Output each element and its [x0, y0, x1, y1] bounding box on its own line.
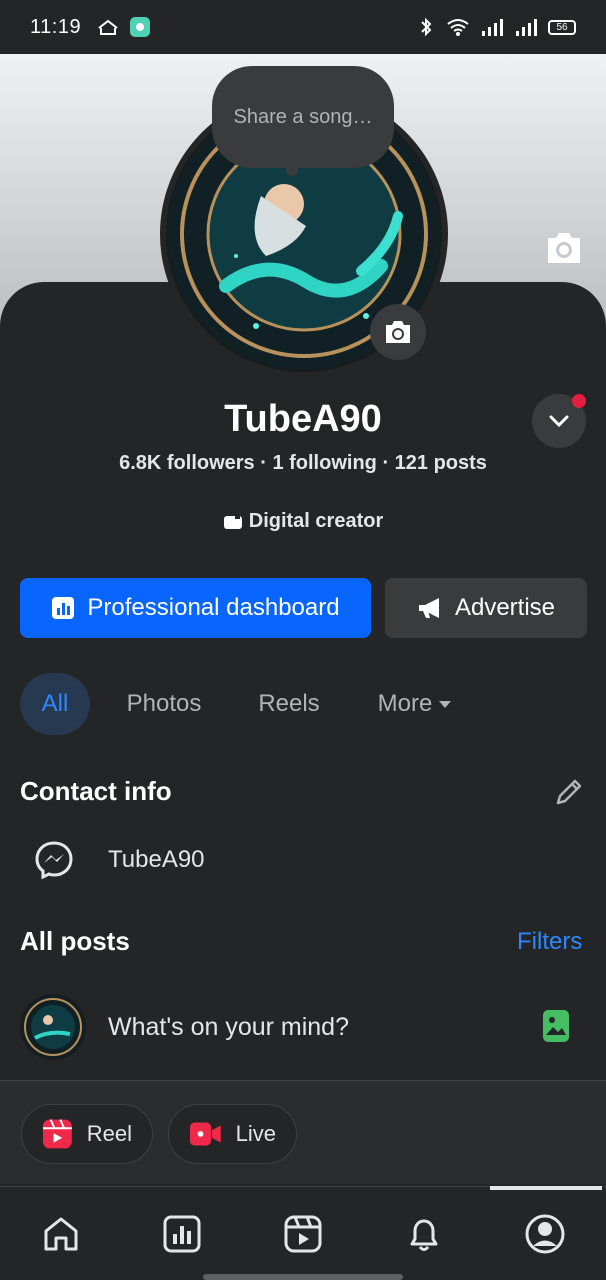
dashboard-icon: [52, 597, 75, 619]
category-label: Digital creator: [248, 510, 384, 532]
camera-icon: [386, 321, 410, 343]
bluetooth-icon: [421, 17, 432, 37]
share-song-bubble[interactable]: Share a song…: [212, 66, 394, 176]
status-bar: 11:19 56: [0, 0, 606, 54]
tab-all[interactable]: All: [20, 673, 90, 735]
all-posts-title: All posts: [20, 926, 130, 956]
notification-dot: [572, 394, 586, 408]
home-icon: [44, 1217, 78, 1250]
edit-pencil-icon[interactable]: [554, 777, 584, 807]
reel-icon: [42, 1119, 72, 1149]
avatar-camera-button[interactable]: [370, 304, 426, 360]
composer-avatar: [20, 994, 86, 1060]
wifi-icon: [447, 19, 469, 36]
signal-icon: [516, 19, 537, 36]
chevron-down-icon: [549, 415, 569, 428]
professional-dashboard-button[interactable]: Professional dashboard: [20, 578, 371, 638]
tab-photos[interactable]: Photos: [90, 673, 238, 735]
tab-reels[interactable]: Reels: [238, 673, 340, 735]
system-home-bar[interactable]: [203, 1274, 403, 1280]
messenger-username: TubeA90: [108, 846, 205, 873]
dashboard-label: Professional dashboard: [87, 594, 340, 621]
contact-info-title: Contact info: [20, 776, 172, 806]
create-actions-strip: Reel Live: [0, 1080, 606, 1184]
photo-icon[interactable]: [542, 1009, 570, 1043]
active-tab-indicator: [490, 1186, 602, 1190]
bottom-navigation: [0, 1186, 606, 1280]
profile-icon: [525, 1214, 565, 1253]
app-notification-icon: [98, 19, 118, 35]
video-icon: [284, 1215, 322, 1252]
bell-icon: [410, 1219, 438, 1251]
live-button[interactable]: Live: [168, 1104, 297, 1164]
profile-category: Digital creator: [0, 510, 606, 533]
cover-camera-icon[interactable]: [544, 230, 584, 266]
post-composer[interactable]: What's on your mind?: [20, 992, 586, 1062]
mermaid-logo-small: [21, 995, 85, 1059]
profile-stats[interactable]: 6.8K followers · 1 following · 121 posts: [0, 452, 606, 475]
filters-link[interactable]: Filters: [517, 928, 582, 956]
messenger-icon: [35, 841, 73, 880]
nav-home[interactable]: [0, 1187, 121, 1280]
contact-messenger-row[interactable]: TubeA90: [34, 840, 205, 880]
battery-indicator: 56: [548, 19, 576, 35]
advertise-button[interactable]: Advertise: [385, 578, 587, 638]
nav-video[interactable]: [242, 1187, 363, 1280]
megaphone-icon: [418, 598, 439, 618]
dashboard-icon: [163, 1215, 201, 1252]
signal-icon: [482, 19, 503, 36]
status-time: 11:19: [30, 15, 82, 38]
composer-placeholder: What's on your mind?: [108, 1012, 349, 1041]
profile-name: TubeA90: [224, 398, 382, 440]
advertise-label: Advertise: [454, 594, 556, 621]
nav-notifications[interactable]: [364, 1187, 485, 1280]
chat-app-icon: [130, 17, 151, 37]
live-video-icon: [189, 1122, 221, 1146]
creator-badge-icon: [223, 514, 242, 529]
reel-label: Reel: [86, 1121, 132, 1146]
reel-button[interactable]: Reel: [21, 1104, 153, 1164]
caret-down-icon: [439, 701, 452, 708]
tab-more[interactable]: More: [340, 673, 490, 735]
profile-tabs: All Photos Reels More: [20, 673, 490, 735]
live-label: Live: [235, 1121, 276, 1146]
share-song-text: Share a song…: [233, 105, 373, 128]
nav-profile[interactable]: [485, 1187, 606, 1280]
nav-dashboard[interactable]: [121, 1187, 242, 1280]
